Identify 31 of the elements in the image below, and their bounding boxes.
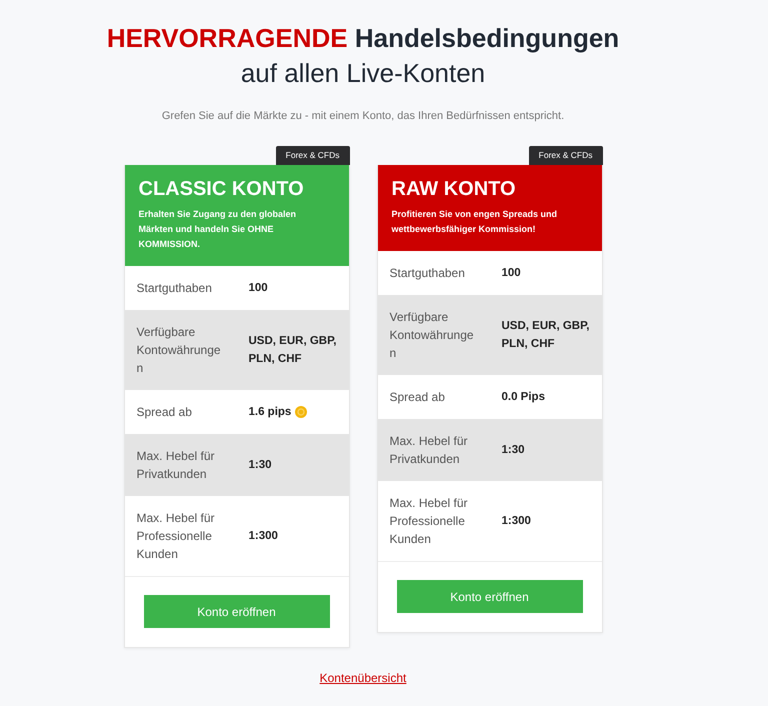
card-description: Profitieren Sie von engen Spreads und wettbewerbsfähiger Kommission!	[392, 208, 558, 236]
row-value: USD, EUR, GBP, PLN, CHF	[502, 319, 590, 352]
card-tag: Forex & CFDs	[528, 146, 602, 165]
row-label: Max. Hebel für Privatkunden	[390, 433, 469, 468]
row-value: 1:300	[248, 529, 278, 544]
card-tag: Forex & CFDs	[276, 146, 350, 165]
row-value: 1:30	[248, 458, 272, 473]
row-value: 1:30	[502, 443, 525, 458]
row-label: Spread ab	[136, 404, 193, 421]
card-title: RAW KONTO	[392, 177, 517, 201]
page-heading: HERVORRAGENDE Handelsbedingungen auf allen Live-Konten	[106, 22, 620, 90]
row-value: 1:300	[502, 514, 531, 529]
row-label: Max. Hebel für Privatkunden	[136, 448, 216, 483]
row-value: 100	[502, 266, 521, 281]
row-value: 100	[248, 281, 268, 296]
row-label: Verfügbare Kontowährungen	[390, 309, 475, 362]
row-label: Spread ab	[390, 389, 446, 406]
row-value: 0.0 Pips	[502, 390, 545, 405]
row-value: USD, EUR, GBP, PLN, CHF	[248, 334, 338, 367]
card-description: Erhalten Sie Zugang zu den globalen Märkten und handeln Sie OHNE KOMMISSION.	[138, 208, 298, 251]
row-label: Startguthaben	[136, 280, 213, 297]
row-label: Startguthaben	[390, 265, 466, 282]
intro-text: Grefen Sie auf die Märkte zu - mit einem Konto, das Ihren Bedürfnissen entspricht.	[162, 109, 564, 124]
card-title: CLASSIC KONTO	[138, 177, 305, 201]
row-value: 1.6 pips	[248, 405, 292, 420]
open-account-button[interactable]: Konto eröffnen	[396, 580, 582, 613]
overview-link[interactable]: Kontenübersicht	[320, 671, 406, 685]
row-label: Verfügbare Kontowährungen	[136, 324, 222, 377]
row-label: Max. Hebel für Professionelle Kunden	[136, 510, 216, 563]
open-account-button[interactable]: Konto eröffnen	[144, 595, 330, 628]
row-label: Max. Hebel für Professionelle Kunden	[390, 495, 469, 548]
